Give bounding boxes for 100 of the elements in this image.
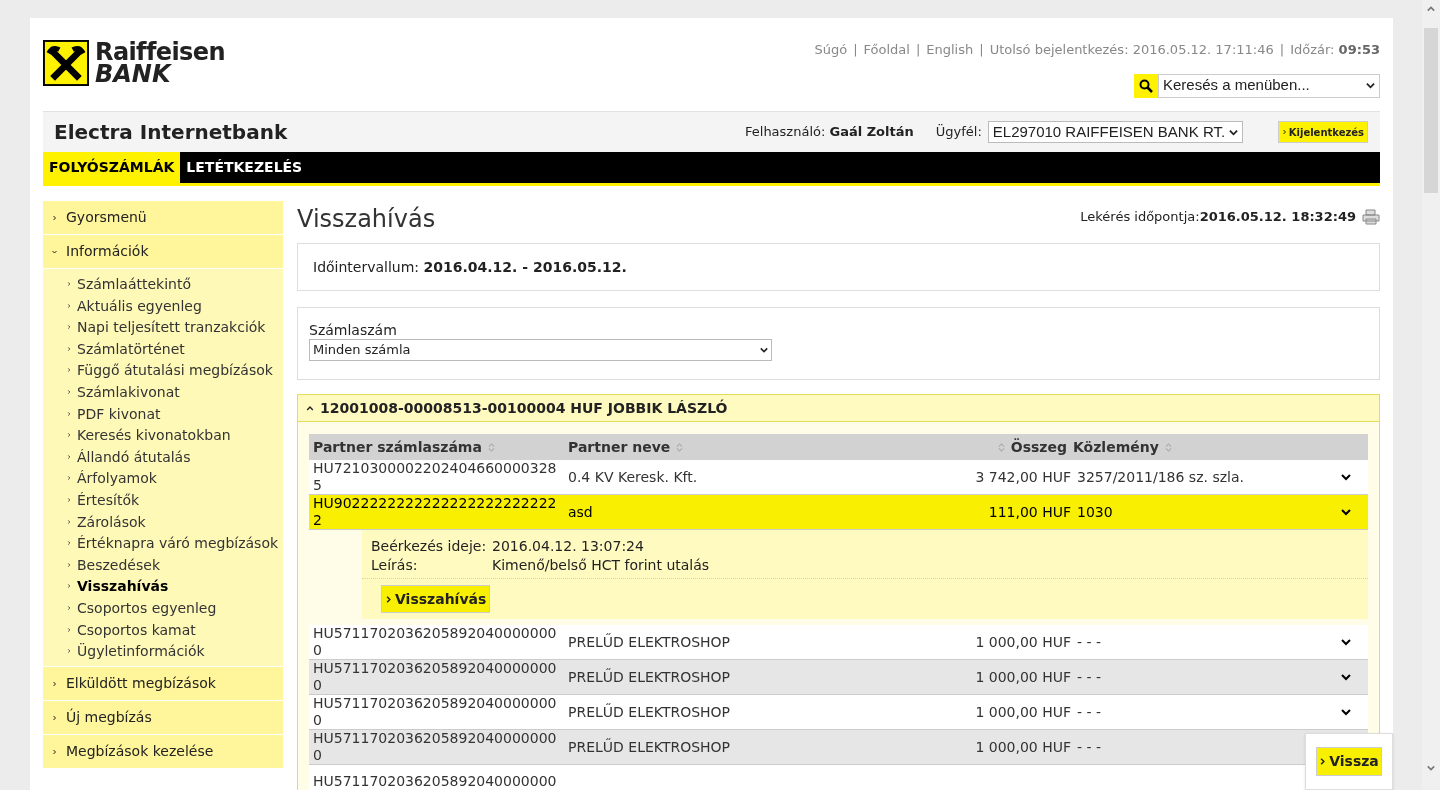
caret-right-icon [67,281,71,287]
table-cell-text: PRELŰD ELEKTROSHOP [567,737,732,757]
caret-right-icon [52,748,57,755]
app-title: Electra Internetbank [54,119,289,146]
header-link[interactable]: Főoldal [863,40,910,60]
header-link[interactable]: English [926,40,974,60]
caret-right-icon [67,367,71,374]
chevron-down-icon [1340,472,1352,482]
table-row[interactable]: HU57117020362058920400000000 PRELŰD ELEKTROSHOP 1 000,00 HUF - - - [309,695,1368,730]
client-select[interactable]: EL297010 RAIFFEISEN BANK RT. [987,121,1243,143]
back-button[interactable]: Vissza [1316,747,1382,776]
sidebar-link[interactable]: PDF kivonat [77,404,161,423]
last-login-text: Utolsó bejelentkezés: 2016.05.12. 17:11:46 [989,41,1274,59]
logout-button[interactable]: Kijelentkezés [1277,121,1368,143]
search-icon [1139,78,1153,93]
scroll-up-icon [1426,5,1436,13]
sidebar-link[interactable]: Napi teljesített tranzakciók [77,318,266,337]
table-cell-text: - - - [1076,737,1103,757]
table-cell-text: 0.4 KV Keresk. Kft. [567,467,699,487]
sidebar-link[interactable]: Értesítők [77,490,140,509]
sidebar-link[interactable]: Árfolyamok [77,469,157,488]
column-header[interactable]: Közlemény [1073,436,1159,458]
sidebar-section[interactable]: Információk [43,235,283,269]
table-row[interactable]: HU57117020362058920400000000 PRELŰD ELEKTROSHOP 1 000,00 HUF - - - [309,660,1368,695]
nav-tab[interactable]: FOLYÓSZÁMLÁK [43,152,181,183]
account-group-header[interactable]: 12001008-00008513-00100004 HUF JOBBIK LÁSZLÓ [298,395,1379,422]
sort-icon[interactable] [487,441,495,453]
chevron-down-icon [1340,707,1352,717]
sidebar-link[interactable]: Aktuális egyenleg [77,296,202,315]
caret-right-icon [67,496,71,503]
table-cell-text: - - - [1076,632,1103,652]
separator-text: | [853,41,858,59]
sort-icon[interactable] [997,441,1005,453]
chevron-icon [1281,129,1287,135]
sidebar-link[interactable]: Csoportos kamat [77,620,196,639]
sidebar-link[interactable]: Számlaáttekintő [77,275,192,293]
table-cell-text: asd [567,502,594,522]
table-cell-text: 111,00 HUF [987,502,1071,522]
column-header[interactable]: Partner neve [568,436,671,458]
caret-right-icon [67,345,71,352]
account-select[interactable]: Minden számla [309,339,772,361]
chevron-icon [1319,757,1327,766]
caret-right-icon [67,302,71,309]
table-cell-text: 3 742,00 HUF [974,467,1071,487]
sidebar-section[interactable]: Új megbízás [43,701,283,736]
chevron-down-icon [1340,637,1352,647]
caret-right-icon [52,714,57,721]
search-button[interactable] [1134,73,1158,98]
caret-right-icon [67,561,71,568]
table-row[interactable]: HU57117020362058920400000000 PRELŰD ELEKTROSHOP 1 000,00 HUF - - - [309,625,1368,660]
sidebar-link[interactable]: Beszedések [77,555,160,574]
sidebar-link[interactable]: Függő átutalási megbízások [77,361,273,380]
column-header[interactable]: Partner számlaszáma [313,436,482,458]
table-cell-text: 1 000,00 HUF [974,632,1071,652]
sidebar-link[interactable]: Állandó átutalás [77,447,191,466]
client-label: Ügyfél: [935,123,982,142]
table-cell-text: 1 000,00 HUF [974,702,1071,722]
column-header[interactable]: Összeg [1010,436,1067,458]
caret-right-icon [67,410,71,417]
chevron-down-icon [1340,672,1352,682]
table-row[interactable]: HU90222222222222222222222222 asd 111,00 HUF 1030 [309,495,1368,530]
scrollbar-thumb[interactable] [1424,28,1438,193]
recall-button[interactable]: Visszahívás [381,585,491,613]
dropdown-icon [760,346,768,354]
table-cell-text: PRELŰD ELEKTROSHOP [567,632,732,652]
caret-right-icon [67,324,71,331]
sidebar-link[interactable]: Számlatörténet [77,339,185,358]
dropdown-icon [1366,81,1375,90]
menu-search-field[interactable]: Keresés a menüben... [1158,73,1380,98]
sort-icon[interactable] [676,441,684,453]
table-cell-text: 1 000,00 HUF [974,667,1071,687]
print-icon[interactable] [1362,208,1380,225]
sidebar-section[interactable]: Gyorsmenü [43,201,283,235]
account-label: Számlaszám [309,322,398,339]
sort-icon[interactable] [1164,441,1172,453]
table-cell-text: HU57117020362058920400000000 [312,660,558,694]
nav-tab[interactable]: LETÉTKEZELÉS [180,152,309,183]
sidebar-link[interactable]: Értéknapra váró megbízások [77,534,279,553]
separator-text: | [915,41,921,59]
sidebar-link[interactable]: Zárolások [77,512,146,531]
separator-text: | [979,41,984,59]
sidebar-link[interactable]: Csoportos egyenleg [77,598,217,617]
detail-label: Beérkezés ideje: [371,537,488,556]
table-cell-text: HU72103000022024046600003285 [312,460,558,494]
sidebar-link[interactable]: Keresés kivonatokban [77,426,231,445]
dropdown-icon [1228,127,1238,137]
caret-right-icon [52,214,57,221]
sidebar-section[interactable]: Megbízások kezelése [43,735,283,770]
chevron-down-icon [1340,507,1352,517]
header-link[interactable]: Súgó [814,40,848,60]
table-cell-text: PRELŰD ELEKTROSHOP [567,667,732,687]
query-time-text: Lekérés időpontja:2016.05.12. 18:32:49 [1080,208,1356,226]
sidebar-link[interactable]: Ügyletinformációk [77,642,205,661]
sidebar-section[interactable]: Elküldött megbízások [43,667,283,702]
sidebar-link[interactable]: Számlakivonat [77,382,180,401]
caret-down-icon [52,248,57,255]
sidebar-link[interactable]: Visszahívás [77,577,169,596]
interval-text: Időintervallum: 2016.04.12. - 2016.05.12. [313,257,627,277]
caret-right-icon [67,453,71,460]
table-row[interactable]: HU72103000022024046600003285 0.4 KV Keresk. Kft. 3 742,00 HUF 3257/2011/186 sz. szla. [309,460,1368,495]
